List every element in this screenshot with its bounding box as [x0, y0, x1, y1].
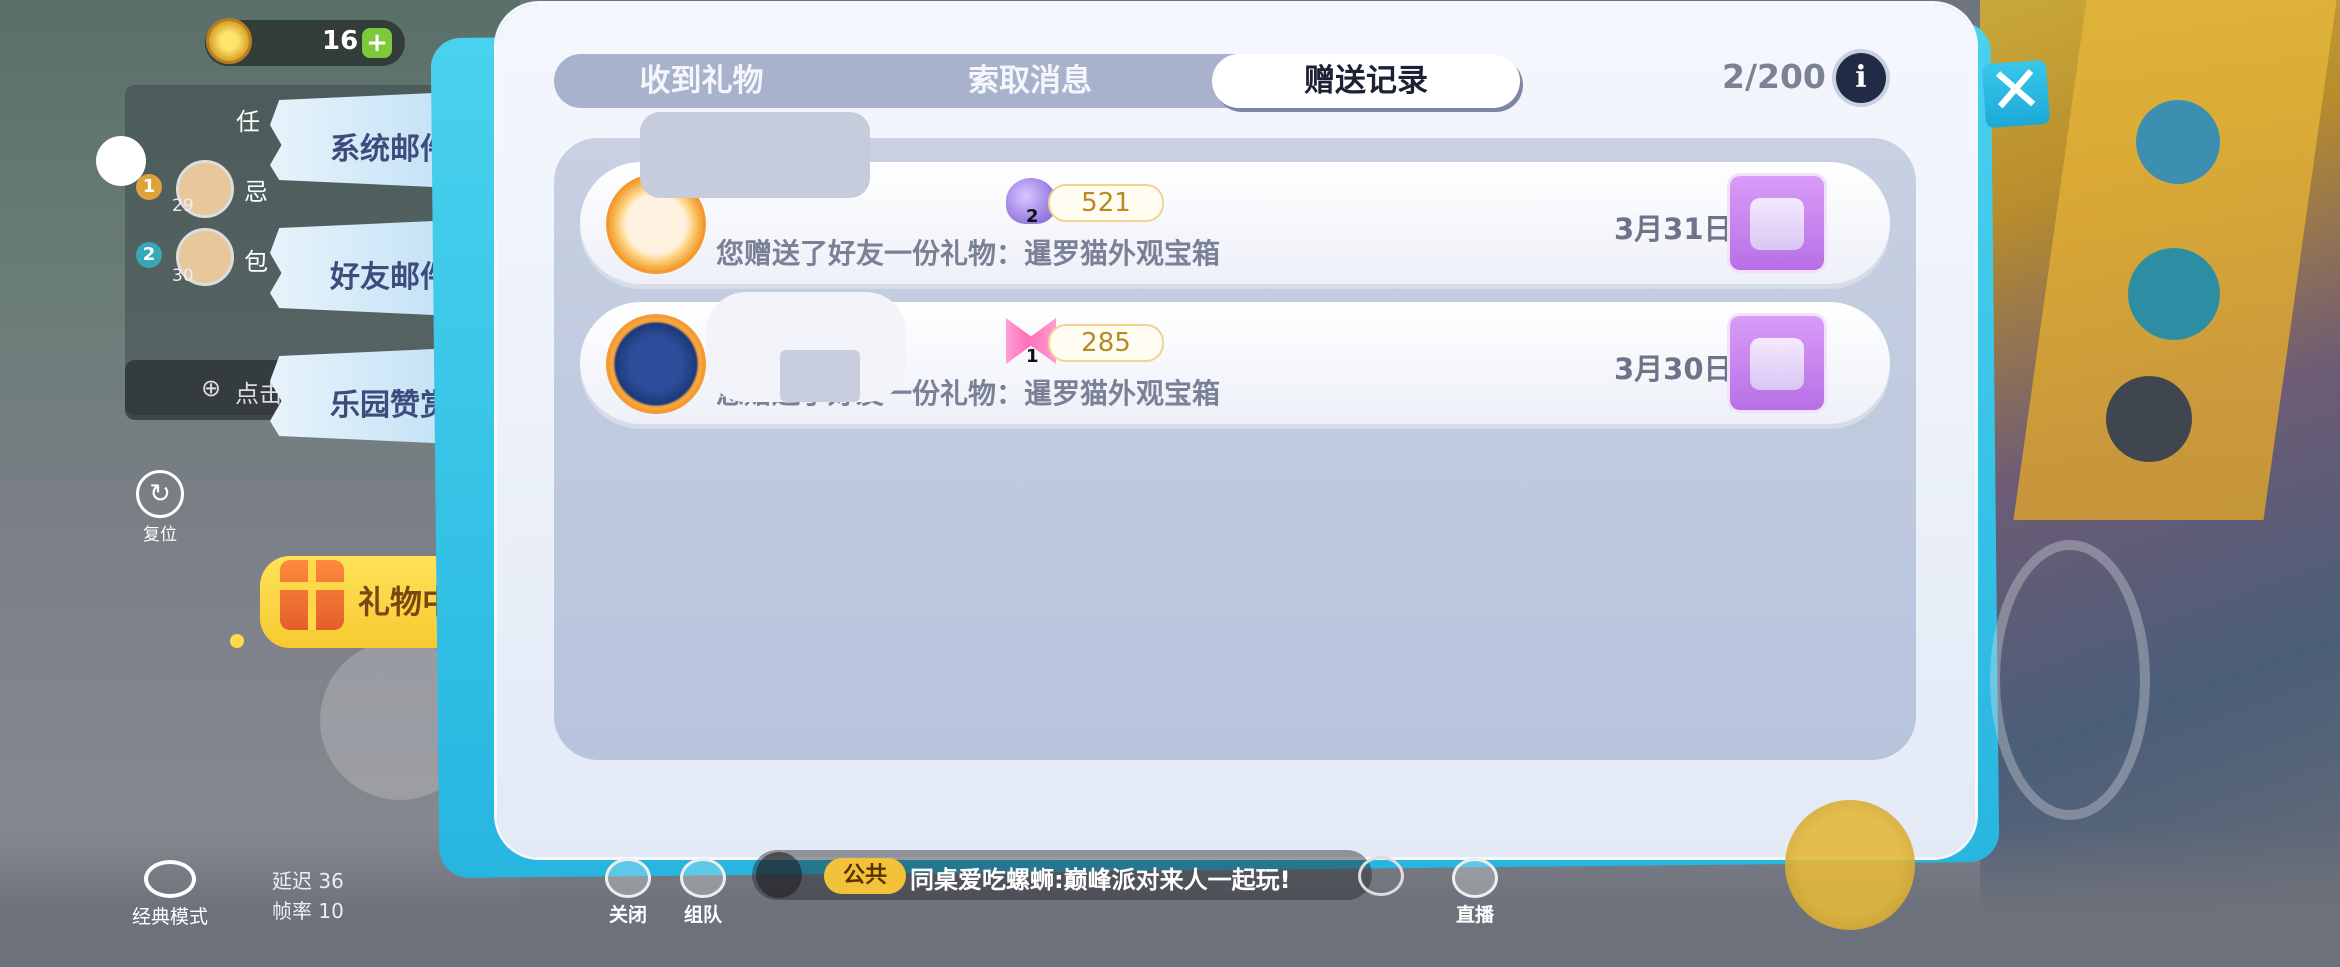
player-name: 包 — [244, 248, 268, 276]
live-play-icon — [1452, 858, 1498, 898]
treasure-box-icon — [1730, 316, 1824, 410]
task-label[interactable]: 任 — [236, 102, 260, 137]
team-voice-button[interactable]: 组队 — [668, 858, 738, 927]
fps-label: 帧率 10 — [272, 899, 344, 923]
redacted-name — [640, 112, 870, 198]
player-name: 忌 — [244, 178, 268, 206]
emote-icon[interactable] — [2106, 376, 2192, 462]
live-button[interactable]: 直播 — [1440, 858, 1510, 927]
record-counter: 2/200 — [1722, 57, 1826, 96]
plus-circle-icon: ⊕ — [201, 374, 222, 402]
gift-tab-dot — [230, 634, 244, 648]
score-badge: 285 — [1048, 324, 1164, 362]
tab-sent-records[interactable]: 赠送记录 — [1212, 54, 1520, 108]
coin-icon — [206, 18, 252, 64]
team-voice-label: 组队 — [683, 904, 722, 926]
rank-badge: 2 — [136, 242, 162, 268]
eye-icon — [144, 860, 196, 898]
mic-off-icon — [605, 858, 651, 898]
emote-action-button[interactable] — [1785, 800, 1915, 930]
box-face — [1750, 338, 1804, 390]
chat-icon[interactable] — [756, 852, 802, 898]
chat-message: 同桌爱吃螺蛳:巅峰派对来人一起玩! — [910, 866, 1291, 894]
avatar[interactable] — [610, 318, 702, 410]
classic-mode-button[interactable]: 经典模式 — [122, 860, 218, 929]
box-face — [1750, 198, 1804, 250]
treasure-box-icon — [1730, 176, 1824, 270]
player-level: 29 — [172, 196, 194, 216]
chat-channel-tag: 公共 — [824, 858, 906, 894]
close-voice-button[interactable]: 关闭 — [593, 858, 663, 927]
gift-icon — [280, 560, 344, 630]
action-button[interactable] — [1990, 540, 2150, 820]
info-icon[interactable]: i — [1836, 53, 1886, 103]
close-button[interactable]: ✕ — [1981, 52, 2051, 130]
item-quantity: 2 — [1026, 206, 1039, 227]
reset-icon: ↻ — [136, 470, 184, 518]
score-badge: 521 — [1048, 184, 1164, 222]
close-voice-label: 关闭 — [608, 904, 647, 926]
chat-off-icon[interactable] — [1358, 856, 1404, 896]
reset-button[interactable]: ↻ 复位 — [130, 470, 190, 545]
shop-icon[interactable] — [2128, 248, 2220, 340]
reset-label: 复位 — [143, 525, 177, 545]
coin-count: 16 — [322, 26, 359, 56]
add-coin-button[interactable]: + — [362, 28, 392, 58]
player-level: 30 — [172, 266, 194, 286]
cube-icon[interactable] — [2136, 100, 2220, 184]
item-quantity: 1 — [1026, 346, 1039, 367]
tab-received-gifts[interactable]: 收到礼物 — [554, 54, 849, 108]
speaker-icon — [680, 858, 726, 898]
record-text: 您赠送了好友一份礼物：暹罗猫外观宝箱 — [716, 237, 1221, 270]
record-date: 3月30日 — [1614, 352, 1733, 386]
tab-park-reward-label: 乐园赞赏 — [330, 388, 450, 423]
tab-request-messages[interactable]: 索取消息 — [880, 54, 1180, 108]
redacted-name — [780, 350, 860, 402]
rank-badge: 1 — [136, 174, 162, 200]
mode-label: 经典模式 — [131, 906, 208, 928]
network-info: 延迟 36 帧率 10 — [272, 866, 344, 926]
live-label: 直播 — [1455, 904, 1494, 926]
latency-label: 延迟 36 — [272, 869, 344, 893]
record-date: 3月31日 — [1614, 212, 1733, 246]
